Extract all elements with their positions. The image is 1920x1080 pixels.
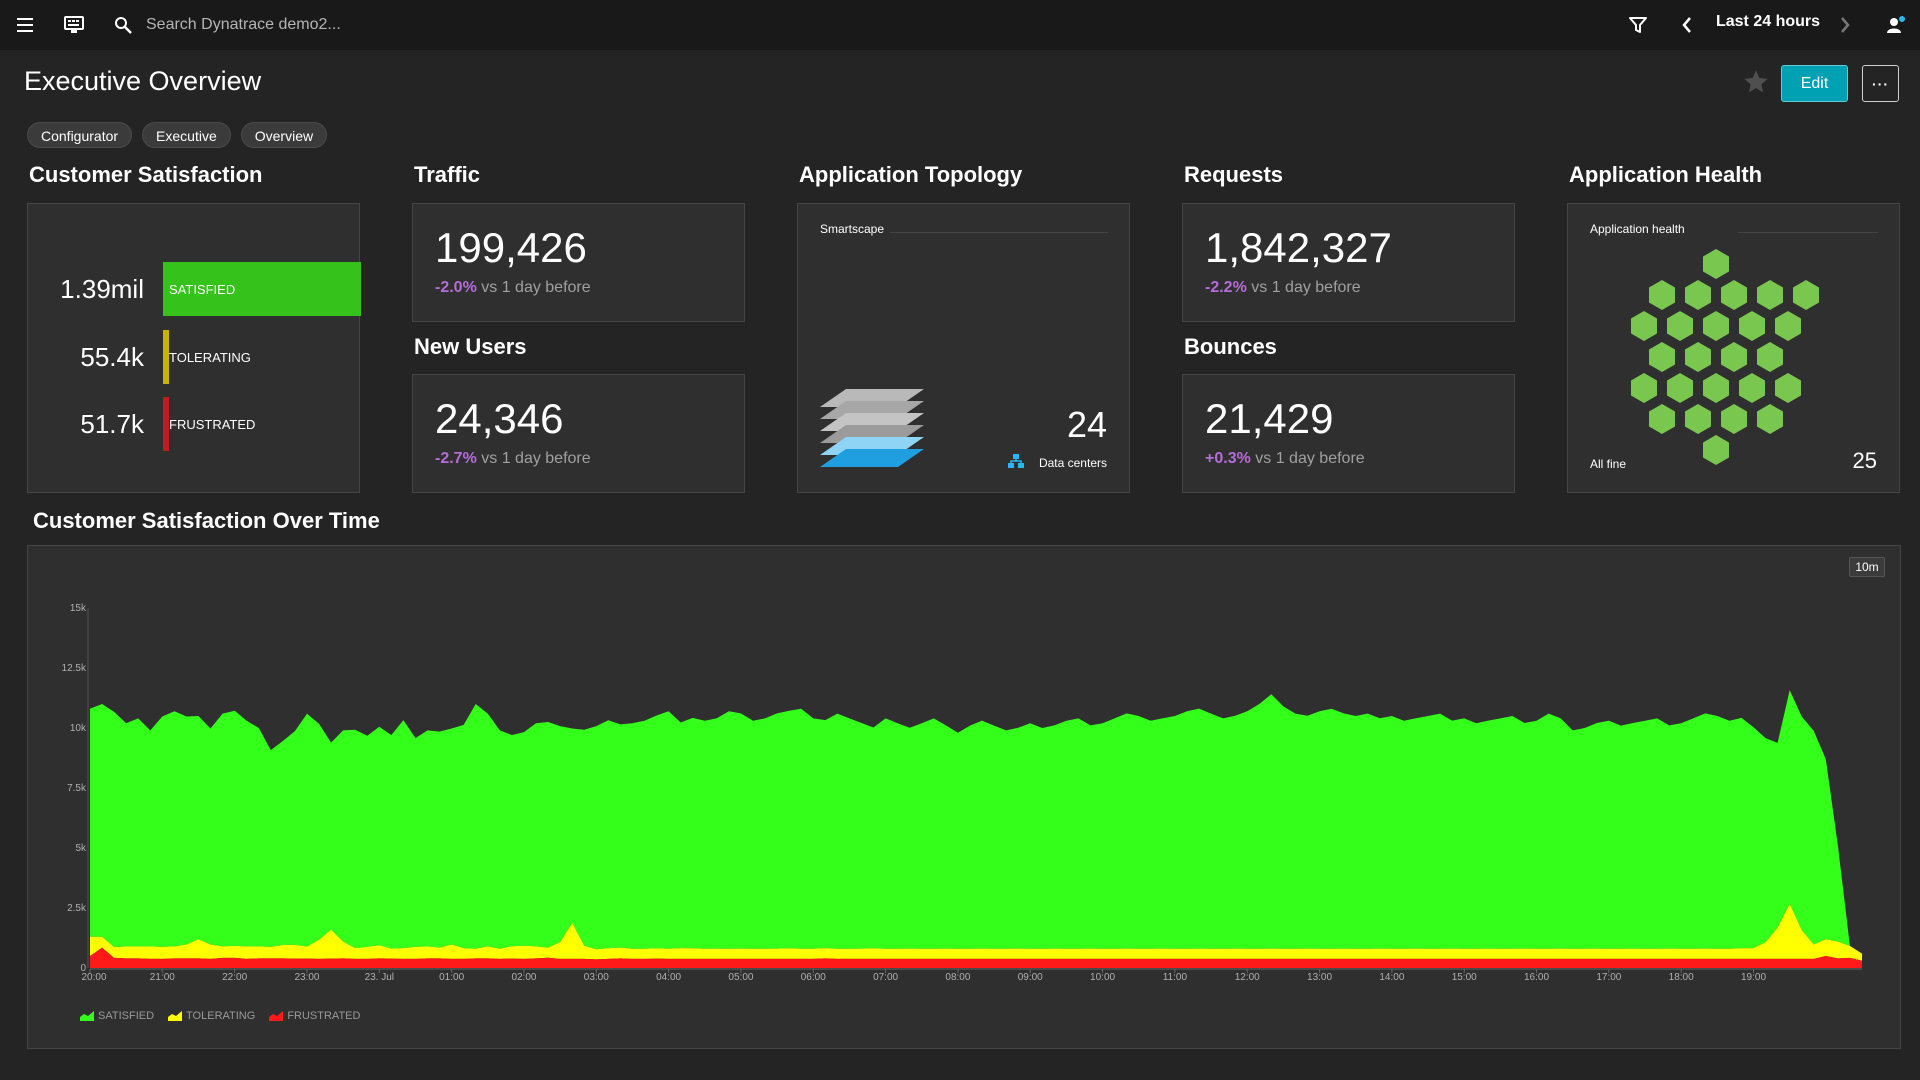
x-tick-label: 21:00	[150, 972, 175, 983]
x-tick-label: 17:00	[1596, 972, 1621, 983]
y-tick-label: 10k	[70, 723, 87, 734]
y-tick-label: 12.5k	[62, 663, 87, 674]
legend-frustrated-label: FRUSTRATED	[287, 1010, 361, 1022]
x-tick-label: 06:00	[801, 972, 826, 983]
chart-legend: SATISFIED TOLERATING FRUSTRATED	[80, 1010, 360, 1022]
x-tick-label: 05:00	[728, 972, 753, 983]
x-tick-label: 08:00	[945, 972, 970, 983]
x-tick-label: 14:00	[1379, 972, 1404, 983]
satisfied-legend-icon	[80, 1011, 94, 1021]
x-tick-label: 04:00	[656, 972, 681, 983]
x-tick-label: 22:00	[222, 972, 247, 983]
y-tick-label: 7.5k	[67, 783, 87, 794]
x-tick-label: 03:00	[584, 972, 609, 983]
satisfaction-area-chart[interactable]: 02.5k5k7.5k10k12.5k15k20:00 21:00 22:00 23:…	[0, 0, 1920, 1080]
legend-satisfied[interactable]: SATISFIED	[80, 1010, 154, 1022]
y-tick-label: 15k	[70, 603, 87, 614]
legend-tolerating[interactable]: TOLERATING	[168, 1010, 255, 1022]
x-tick-label: 19:00	[1741, 972, 1766, 983]
x-tick-label: 16:00	[1524, 972, 1549, 983]
legend-satisfied-label: SATISFIED	[98, 1010, 155, 1022]
x-tick-label: 23. Jul	[365, 972, 394, 983]
x-tick-label: 15:00	[1452, 972, 1477, 983]
x-tick-label: 09:00	[1018, 972, 1043, 983]
x-tick-label: 18:00	[1669, 972, 1694, 983]
x-tick-label: 07:00	[873, 972, 898, 983]
x-tick-label: 01:00	[439, 972, 464, 983]
x-tick-label: 02:00	[511, 972, 536, 983]
series-area-satisfied[interactable]	[90, 690, 1862, 954]
x-tick-label: 12:00	[1235, 972, 1260, 983]
tolerating-legend-icon	[168, 1011, 183, 1021]
x-tick-label: 13:00	[1307, 972, 1332, 983]
x-tick-label: 10:00	[1090, 972, 1115, 983]
y-tick-label: 2.5k	[67, 903, 87, 914]
frustrated-legend-icon	[269, 1011, 284, 1021]
y-tick-label: 5k	[75, 843, 87, 854]
x-tick-label: 23:00	[294, 972, 319, 983]
legend-frustrated[interactable]: FRUSTRATED	[269, 1010, 360, 1022]
x-tick-label: 20:00	[81, 972, 106, 983]
legend-tolerating-label: TOLERATING	[186, 1010, 256, 1022]
x-tick-label: 11:00	[1163, 972, 1188, 983]
